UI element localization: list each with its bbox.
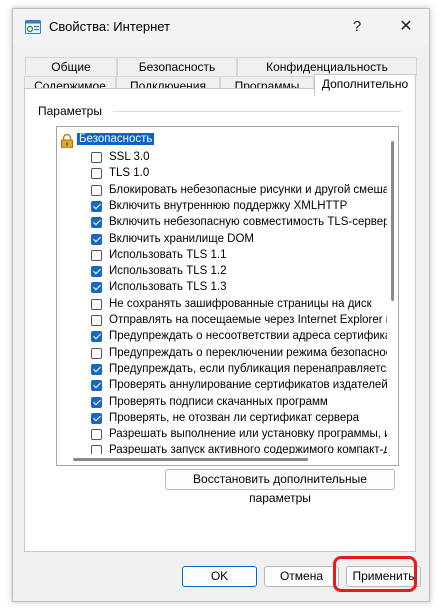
settings-item-checkbox[interactable] (91, 168, 102, 180)
vertical-scroll-thumb[interactable] (391, 141, 394, 301)
settings-item-checkbox[interactable] (91, 200, 102, 212)
settings-item-label: Включить внутреннюю поддержку XMLHTTP (109, 199, 348, 212)
settings-category-label: Безопасность (77, 133, 155, 145)
settings-item[interactable]: SSL 3.0 (57, 150, 387, 167)
settings-item-label: Предупреждать о несоответствии адреса се… (109, 330, 397, 343)
settings-item-checkbox[interactable] (91, 380, 102, 392)
settings-item-label: Включить хранилище DOM (109, 232, 254, 245)
internet-options-icon (25, 20, 41, 34)
settings-item-label: Проверять, не отозван ли сертификат серв… (109, 411, 360, 424)
settings-item-checkbox[interactable] (91, 184, 102, 196)
tab-advanced[interactable]: Дополнительно (314, 74, 416, 96)
settings-item-checkbox[interactable] (91, 315, 102, 326)
settings-item-label: Отправлять на посещаемые через Internet … (109, 314, 399, 326)
settings-item-label: TLS 1.0 (109, 167, 150, 180)
settings-item[interactable]: Использовать TLS 1.3 (57, 280, 387, 297)
settings-item[interactable]: TLS 1.0 (57, 166, 387, 183)
settings-category[interactable]: Безопасность (57, 133, 387, 150)
settings-item[interactable]: Включить хранилище DOM (57, 232, 387, 249)
settings-list[interactable]: Безопасность SSL 3.0 TLS 1.0 Блокировать н… (56, 126, 399, 466)
settings-item-checkbox[interactable] (91, 282, 102, 294)
settings-item[interactable]: Использовать TLS 1.2 (57, 264, 387, 281)
settings-item-checkbox[interactable] (91, 412, 102, 424)
settings-item[interactable]: Не сохранять зашифрованные страницы на д… (57, 297, 387, 314)
settings-item-label: Проверять аннулирование сертификатов изд… (109, 379, 388, 392)
settings-item-checkbox[interactable] (91, 233, 102, 245)
settings-item-label: Блокировать небезопасные рисунки и друго… (109, 183, 399, 196)
settings-item[interactable]: Проверять аннулирование сертификатов изд… (57, 378, 388, 395)
lock-icon (61, 134, 73, 148)
settings-item-label: Проверять подписи скачанных программ (109, 395, 328, 408)
settings-item-checkbox[interactable] (91, 347, 102, 359)
horizontal-scrollbar[interactable] (57, 454, 388, 465)
settings-item-label: Включить небезопасную совместимость TLS-… (109, 216, 396, 229)
group-divider (113, 111, 401, 112)
settings-item[interactable]: Предупреждать о несоответствии адреса се… (57, 329, 396, 346)
vertical-scrollbar[interactable] (387, 127, 398, 455)
horizontal-scroll-thumb[interactable] (73, 458, 308, 461)
settings-item-checkbox[interactable] (91, 331, 102, 343)
settings-item-checkbox[interactable] (91, 396, 102, 408)
settings-item-checkbox[interactable] (91, 298, 102, 310)
settings-item[interactable]: Проверять подписи скачанных программ (57, 395, 387, 412)
settings-item-label: Не сохранять зашифрованные страницы на д… (109, 297, 372, 310)
settings-item-checkbox[interactable] (91, 363, 102, 375)
tab-security[interactable]: Безопасность (117, 57, 237, 76)
settings-item[interactable]: Предупреждать о переключении режима безо… (57, 346, 397, 363)
internet-properties-dialog: Свойства: Интернет ? ✕ Общие Безопасност… (12, 8, 430, 602)
title-bar: Свойства: Интернет ? ✕ (13, 9, 429, 45)
settings-item-label: Использовать TLS 1.3 (109, 281, 227, 294)
restore-defaults-button[interactable]: Восстановить дополнительные параметры (165, 469, 395, 505)
ok-button[interactable]: OK (182, 566, 257, 587)
settings-item-label: Предупреждать, если публикация перенапра… (109, 362, 393, 375)
settings-item[interactable]: Использовать TLS 1.1 (57, 248, 387, 265)
settings-item-checkbox[interactable] (91, 249, 102, 261)
settings-item[interactable]: Включить небезопасную совместимость TLS-… (57, 215, 396, 232)
settings-item-label: Разрешать выполнение или установку прогр… (109, 428, 399, 441)
settings-item[interactable]: Разрешать выполнение или установку прогр… (57, 427, 398, 444)
settings-item-label: SSL 3.0 (109, 151, 150, 163)
tab-general[interactable]: Общие (25, 57, 117, 76)
settings-item-label: Использовать TLS 1.2 (109, 265, 227, 278)
help-button[interactable]: ? (334, 9, 380, 45)
apply-button-highlight (333, 556, 417, 592)
settings-item[interactable]: Проверять, не отозван ли сертификат серв… (57, 411, 387, 428)
settings-item[interactable]: Включить внутреннюю поддержку XMLHTTP (57, 199, 387, 216)
cancel-button[interactable]: Отмена (264, 566, 339, 587)
settings-item-label: Использовать TLS 1.1 (109, 248, 227, 261)
settings-item[interactable]: Отправлять на посещаемые через Internet … (57, 313, 398, 330)
settings-item[interactable]: Предупреждать, если публикация перенапра… (57, 362, 392, 379)
settings-item-checkbox[interactable] (91, 152, 102, 163)
settings-item-checkbox[interactable] (91, 217, 102, 229)
window-title: Свойства: Интернет (49, 19, 171, 34)
settings-item[interactable]: Блокировать небезопасные рисунки и друго… (57, 183, 398, 200)
settings-item-checkbox[interactable] (91, 429, 102, 441)
settings-group-label: Параметры (38, 104, 106, 118)
settings-item-checkbox[interactable] (91, 266, 102, 278)
settings-item-label: Предупреждать о переключении режима безо… (109, 346, 397, 359)
close-button[interactable]: ✕ (383, 9, 429, 45)
